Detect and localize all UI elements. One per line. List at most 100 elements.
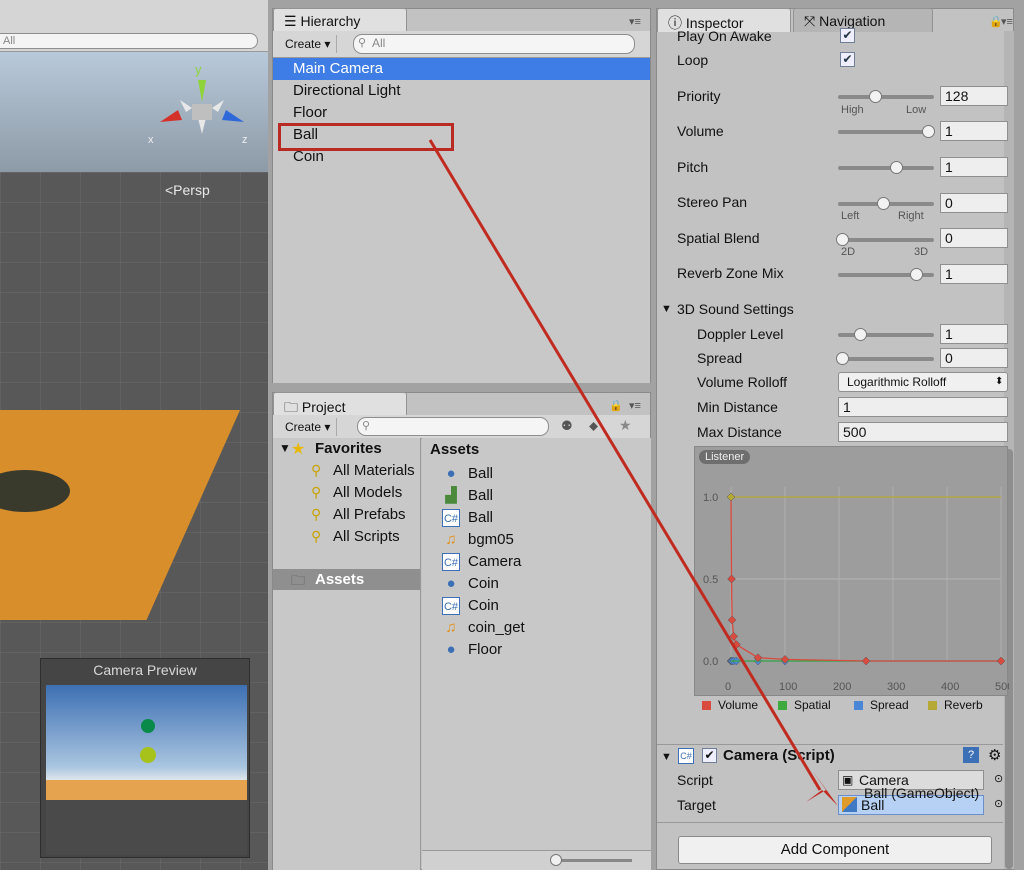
play-on-awake-label: Play On Awake — [677, 28, 772, 44]
graph-y-tick: 0.5 — [703, 574, 718, 586]
search-icon: ⚲ — [358, 37, 367, 49]
volume-label: Volume — [677, 123, 724, 139]
assets-folder-row[interactable]: 🗀 Assets — [273, 569, 420, 590]
persp-label[interactable]: <Persp — [165, 182, 210, 198]
help-icon[interactable]: ? — [963, 747, 979, 763]
script-icon: C# — [442, 553, 460, 571]
neg-z-cone[interactable] — [180, 100, 192, 112]
graph-y-tick: 1.0 — [703, 492, 718, 504]
filter-type-icon[interactable]: ⚉ — [561, 418, 573, 434]
inspector-menu-icon[interactable]: ▾≡ — [1001, 15, 1013, 28]
asset-ball-material[interactable]: Ball — [468, 463, 493, 485]
tab-project[interactable]: 🗀 Project — [273, 392, 407, 416]
project-search-input[interactable]: ⚲ — [357, 417, 549, 436]
pitch-field[interactable]: 1 — [940, 157, 1008, 177]
stereo-pan-field[interactable]: 0 — [940, 193, 1008, 213]
add-component-button[interactable]: Add Component — [678, 836, 992, 864]
asset-camera-script[interactable]: Camera — [468, 551, 521, 573]
spatial-blend-slider-knob[interactable] — [836, 233, 849, 246]
object-picker-icon[interactable]: ⊙ — [994, 797, 1003, 810]
hierarchy-menu-icon[interactable]: ▾≡ — [629, 15, 641, 28]
project-create-button[interactable]: Create ▾ — [279, 418, 338, 436]
sound3d-expand-icon[interactable]: ▼ — [661, 303, 672, 315]
sound3d-header[interactable]: 3D Sound Settings — [677, 299, 794, 319]
gizmo-center-cube[interactable] — [192, 104, 212, 120]
neg-x-cone[interactable] — [212, 100, 224, 112]
icon-size-slider-knob[interactable] — [550, 854, 562, 866]
favorites-expand-icon[interactable]: ▼ — [279, 441, 291, 455]
asset-bgm05[interactable]: bgm05 — [468, 529, 514, 551]
scene-view[interactable]: All y x z <Persp Camera Preview — [0, 0, 268, 870]
spread-field[interactable]: 0 — [940, 348, 1008, 368]
hierarchy-item-directional-light[interactable]: Directional Light — [293, 80, 401, 102]
tab-navigation[interactable]: ⤧ Navigation — [793, 8, 933, 32]
reverb-zone-mix-slider-knob[interactable] — [909, 268, 923, 281]
doppler-level-label: Doppler Level — [697, 326, 784, 342]
lock-icon[interactable]: 🔒 — [609, 399, 623, 412]
favorite-all-prefabs[interactable]: All Prefabs — [333, 504, 406, 526]
tab-hierarchy[interactable]: ☰ Hierarchy — [273, 8, 407, 32]
loop-checkbox[interactable]: ✔ — [840, 52, 855, 67]
favorite-all-scripts[interactable]: All Scripts — [333, 526, 400, 548]
reverb-zone-mix-label: Reverb Zone Mix — [677, 265, 784, 281]
volume-rolloff-dropdown[interactable]: Logarithmic Rolloff ⬍ — [838, 372, 1008, 392]
project-assets-view: Assets ● Ball ▟ Ball C# Ball ♫ bgm05 C# … — [422, 438, 651, 870]
asset-coin-get[interactable]: coin_get — [468, 617, 525, 639]
orientation-gizmo[interactable]: y x z — [148, 60, 252, 160]
favorite-all-models[interactable]: All Models — [333, 482, 402, 504]
volume-field[interactable]: 1 — [940, 121, 1008, 141]
icon-size-slider-track[interactable] — [554, 859, 632, 862]
hierarchy-item-floor[interactable]: Floor — [293, 102, 327, 124]
priority-field[interactable]: 128 — [940, 86, 1008, 106]
asset-ball-script[interactable]: Ball — [468, 507, 493, 529]
asset-floor-material[interactable]: Floor — [468, 639, 502, 661]
axis-z-label: z — [242, 134, 248, 146]
asset-coin-script[interactable]: Coin — [468, 595, 499, 617]
volume-slider-knob[interactable] — [921, 125, 935, 138]
hierarchy-create-button[interactable]: Create ▾ — [279, 35, 338, 53]
search-icon: ⚲ — [311, 528, 322, 544]
spread-slider-knob[interactable] — [836, 352, 849, 365]
spread-slider-track[interactable] — [838, 357, 934, 361]
rolloff-graph[interactable]: 1.0 0.5 0.0 0 100 200 300 400 500 Listener — [694, 446, 1009, 696]
min-distance-field[interactable]: 1 — [838, 397, 1008, 417]
spatial-blend-3d-label: 3D — [914, 246, 929, 258]
z-axis-cone[interactable] — [222, 110, 244, 122]
scene-search-input[interactable]: All — [0, 33, 258, 49]
volume-slider-track[interactable] — [838, 130, 934, 134]
favorites-label[interactable]: Favorites — [315, 440, 382, 457]
doppler-slider-track[interactable] — [838, 333, 934, 337]
neg-y-cone[interactable] — [198, 118, 206, 134]
script-icon: C# — [442, 509, 460, 527]
pitch-slider-track[interactable] — [838, 166, 934, 170]
component-expand-icon[interactable]: ▼ — [661, 751, 672, 763]
reverb-zone-mix-field[interactable]: 1 — [940, 264, 1008, 284]
project-menu-icon[interactable]: ▾≡ — [629, 399, 641, 412]
stereo-pan-slider-knob[interactable] — [876, 197, 890, 210]
favorite-star-icon[interactable]: ★ — [619, 417, 632, 434]
favorite-all-materials[interactable]: All Materials — [333, 460, 415, 482]
filter-label-icon[interactable]: ⬥ — [589, 418, 598, 434]
graph-legend: Volume Spatial Spread Reverb — [702, 698, 1002, 714]
y-axis-cone[interactable] — [198, 80, 206, 102]
hierarchy-item-main-camera[interactable]: Main Camera — [293, 58, 383, 80]
object-picker-icon[interactable]: ⊙ — [994, 772, 1003, 785]
asset-ball-prefab[interactable]: Ball — [468, 485, 493, 507]
spatial-blend-slider-track[interactable] — [838, 238, 934, 242]
x-axis-cone[interactable] — [160, 110, 182, 122]
doppler-slider-knob[interactable] — [854, 328, 867, 341]
dropdown-arrows-icon: ⬍ — [995, 376, 1004, 387]
spatial-blend-field[interactable]: 0 — [940, 228, 1008, 248]
component-enabled-checkbox[interactable]: ✔ — [702, 748, 717, 763]
priority-slider-track[interactable] — [838, 95, 934, 99]
graph-x-tick: 200 — [833, 681, 851, 693]
priority-high-label: High — [841, 104, 864, 116]
graph-y-tick: 0.0 — [703, 656, 718, 668]
play-on-awake-checkbox[interactable]: ✔ — [840, 28, 855, 43]
max-distance-field[interactable]: 500 — [838, 422, 1008, 442]
hierarchy-search-input[interactable]: ⚲ All — [353, 34, 635, 54]
gear-icon[interactable]: ⚙ — [988, 746, 1001, 764]
pitch-slider-knob[interactable] — [890, 161, 903, 174]
doppler-level-field[interactable]: 1 — [940, 324, 1008, 344]
asset-coin-material[interactable]: Coin — [468, 573, 499, 595]
